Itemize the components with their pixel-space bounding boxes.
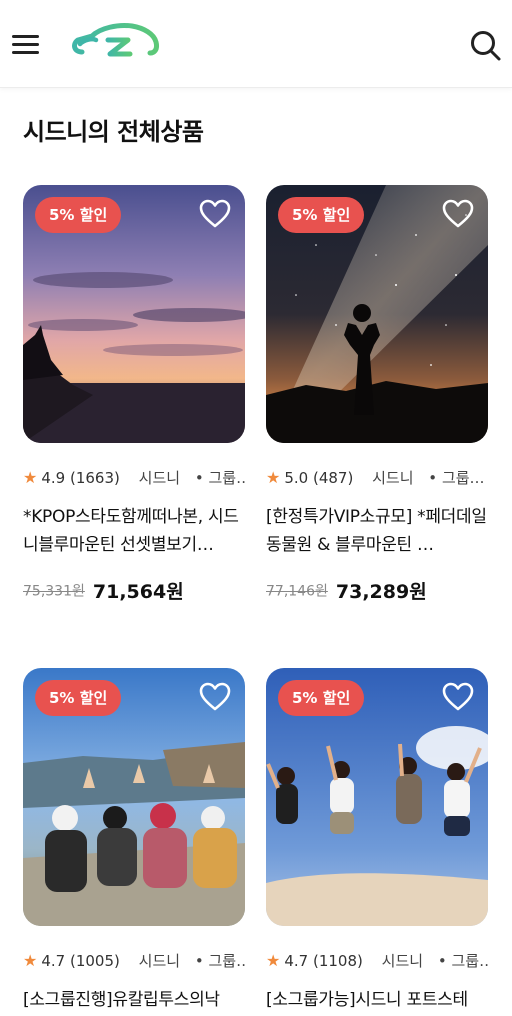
product-title[interactable]: *KPOP스타도함께떠나본, 시드니블루마운틴 선셋별보기… xyxy=(23,503,245,559)
page-title: 시드니의 전체상품 xyxy=(23,118,204,146)
star-icon: ★ xyxy=(266,951,281,970)
sale-price: 73,289원 xyxy=(335,581,427,603)
discount-badge: 5% 할인 xyxy=(35,197,122,233)
product-image[interactable]: 5% 할인 xyxy=(266,668,488,926)
product-card[interactable]: 5% 할인 ★4.9 (1663) 시드니 • 그룹… *KPOP스타도함께떠나… xyxy=(23,185,245,603)
search-icon[interactable] xyxy=(468,28,502,62)
separator-dot: • xyxy=(428,469,438,487)
rating-value: 4.7 xyxy=(284,952,309,970)
rating-row: ★4.7 (1005) 시드니 • 그룹… xyxy=(23,950,245,972)
top-header xyxy=(0,0,512,88)
separator-dot: • xyxy=(437,952,447,970)
rating-row: ★4.7 (1108) 시드니 • 그룹… xyxy=(266,950,488,972)
product-title[interactable]: [소그룹진행]유칼립투스의낙 xyxy=(23,986,245,1014)
star-icon: ★ xyxy=(23,951,38,970)
separator-dot: • xyxy=(194,469,204,487)
price-row: 75,331원 71,564원 xyxy=(23,577,245,603)
product-image[interactable]: 5% 할인 xyxy=(23,668,245,926)
rating-row: ★ 5.0 (487) 시드니 • 그룹… xyxy=(266,467,488,489)
product-title[interactable]: [소그룹가능]시드니 포트스테 xyxy=(266,986,488,1014)
review-count: (1005) xyxy=(69,952,120,970)
review-count: (1108) xyxy=(312,952,363,970)
separator-dot: • xyxy=(194,952,204,970)
city-label: 시드니 xyxy=(138,469,181,487)
category-label: 그룹… xyxy=(208,469,245,487)
price-row: 77,146원 73,289원 xyxy=(266,577,488,603)
city-label: 시드니 xyxy=(138,952,181,970)
discount-badge: 5% 할인 xyxy=(278,197,365,233)
original-price: 75,331원 xyxy=(23,583,85,600)
product-image[interactable]: 5% 할인 xyxy=(23,185,245,443)
hamburger-menu-icon[interactable] xyxy=(10,28,42,60)
rating-value: 4.7 xyxy=(41,952,66,970)
heart-outline-icon[interactable] xyxy=(442,682,474,712)
rating-value: 4.9 xyxy=(41,469,66,487)
city-label: 시드니 xyxy=(381,952,424,970)
product-title[interactable]: [한정특가VIP소규모] *페더데일 동물원 & 블루마운틴 … xyxy=(266,503,488,559)
review-count: (1663) xyxy=(69,469,120,487)
brand-logo[interactable] xyxy=(70,22,162,62)
star-icon: ★ xyxy=(23,468,38,487)
product-card[interactable]: 5% 할인 ★ 5.0 (487) 시드니 • 그룹… [한정특가VIP소규모] … xyxy=(266,185,488,603)
discount-badge: 5% 할인 xyxy=(35,680,122,716)
city-label: 시드니 xyxy=(372,469,414,487)
product-card[interactable]: 5% 할인 ★4.7 (1108) 시드니 • 그룹… [소그룹가능]시드니 포… xyxy=(266,668,488,1010)
heart-outline-icon[interactable] xyxy=(199,199,231,229)
category-label: 그룹… xyxy=(451,952,488,970)
review-count: (487) xyxy=(312,469,354,487)
sale-price: 71,564원 xyxy=(92,581,184,603)
product-image[interactable]: 5% 할인 xyxy=(266,185,488,443)
star-icon: ★ xyxy=(266,468,281,487)
product-card[interactable]: 5% 할인 ★4.7 (1005) 시드니 • 그룹… [소그룹진행]유칼립투스… xyxy=(23,668,245,1010)
heart-outline-icon[interactable] xyxy=(199,682,231,712)
rating-value: 5.0 xyxy=(284,469,309,487)
category-label: 그룹… xyxy=(441,469,485,487)
heart-outline-icon[interactable] xyxy=(442,199,474,229)
discount-badge: 5% 할인 xyxy=(278,680,365,716)
rating-row: ★4.9 (1663) 시드니 • 그룹… xyxy=(23,467,245,489)
original-price: 77,146원 xyxy=(266,583,328,600)
category-label: 그룹… xyxy=(208,952,245,970)
